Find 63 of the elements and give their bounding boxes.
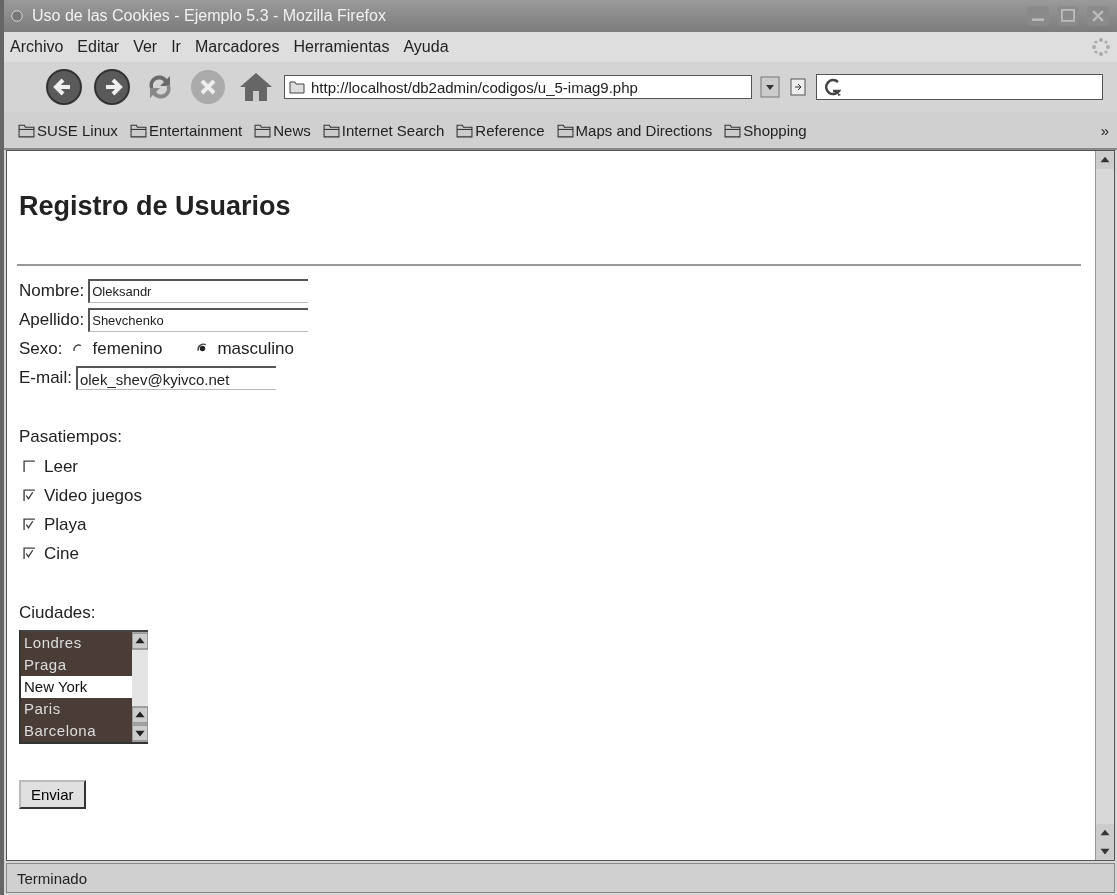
app-icon — [10, 9, 24, 23]
field-label: Apellido: — [19, 309, 85, 330]
search-field[interactable] — [816, 74, 1103, 100]
page-heading: Registro de Usuarios — [19, 191, 292, 222]
list-option[interactable]: New York — [21, 676, 132, 698]
field-label: Nombre: — [19, 280, 85, 301]
bookmark-folder[interactable]: Reference — [456, 121, 545, 139]
text-field[interactable]: Shevchenko — [88, 307, 309, 332]
radio-label: femenino — [92, 338, 163, 359]
checkbox-label: Leer — [44, 456, 79, 477]
bookmark-folder[interactable]: Internet Search — [322, 121, 445, 139]
radio-label: masculino — [217, 338, 294, 359]
scroll-up-button[interactable] — [1096, 824, 1114, 842]
folder-icon — [254, 122, 272, 138]
section-label: Ciudades: — [19, 602, 97, 624]
scroll-up-button[interactable] — [132, 706, 148, 724]
folder-icon — [322, 122, 340, 138]
folder-icon — [456, 122, 474, 138]
address-field[interactable]: http://localhost/db2admin/codigos/u_5-imag9.php — [284, 75, 752, 99]
search-engine-icon — [823, 77, 843, 97]
scroll-up-button[interactable] — [1096, 151, 1114, 169]
bookmark-folder[interactable]: SUSE Linux — [18, 121, 118, 139]
forward-button[interactable] — [92, 67, 132, 107]
back-button[interactable] — [44, 67, 84, 107]
status-text: Terminado — [17, 869, 88, 887]
window-title: Uso de las Cookies - Ejemplo 5.3 - Mozilla Firefox — [32, 7, 386, 25]
menu-item[interactable]: Ver — [133, 38, 158, 56]
checkbox[interactable] — [23, 489, 36, 502]
checkbox[interactable] — [23, 547, 36, 560]
field-label: Sexo: — [19, 338, 63, 359]
bookmark-folder[interactable]: News — [254, 121, 311, 139]
bookmark-folder[interactable]: Shopping — [724, 121, 807, 139]
checkbox-label: Cine — [44, 543, 79, 564]
throbber-icon — [1091, 37, 1111, 57]
checkbox-label: Video juegos — [44, 485, 142, 506]
checkbox-label: Playa — [44, 514, 87, 535]
more-bookmarks-button[interactable]: » — [1100, 121, 1109, 139]
menu-item[interactable]: Ir — [171, 38, 181, 56]
bookmark-folder[interactable]: Entertainment — [129, 121, 243, 139]
text-field[interactable]: Oleksandr — [88, 278, 309, 303]
text-field[interactable]: olek_shev@kyivco.net — [75, 365, 276, 390]
checkbox[interactable] — [23, 518, 36, 531]
menu-item[interactable]: Herramientas — [293, 38, 390, 56]
menu-item[interactable]: Ayuda — [403, 38, 449, 56]
go-button[interactable] — [788, 76, 808, 98]
dropdown-button[interactable] — [760, 76, 780, 98]
field-label: E-mail: — [19, 367, 72, 388]
folder-icon — [129, 122, 147, 138]
menu-item[interactable]: Marcadores — [194, 38, 280, 56]
page-icon — [289, 80, 305, 94]
menu-item[interactable]: Archivo — [10, 38, 64, 56]
section-label: Pasatiempos: — [19, 426, 123, 448]
submit-button[interactable]: Enviar — [19, 780, 86, 809]
scroll-up-button[interactable] — [132, 632, 148, 650]
folder-icon — [556, 122, 574, 138]
city-list[interactable]: Londres Praga New York Paris Barcelona — [19, 630, 148, 744]
folder-icon — [18, 122, 35, 138]
scroll-down-button[interactable] — [1096, 842, 1114, 860]
checkbox[interactable] — [23, 460, 36, 473]
scroll-down-button[interactable] — [132, 724, 148, 742]
folder-icon — [724, 122, 742, 138]
bookmark-folder[interactable]: Maps and Directions — [556, 121, 713, 139]
menu-item[interactable]: Editar — [77, 38, 120, 56]
